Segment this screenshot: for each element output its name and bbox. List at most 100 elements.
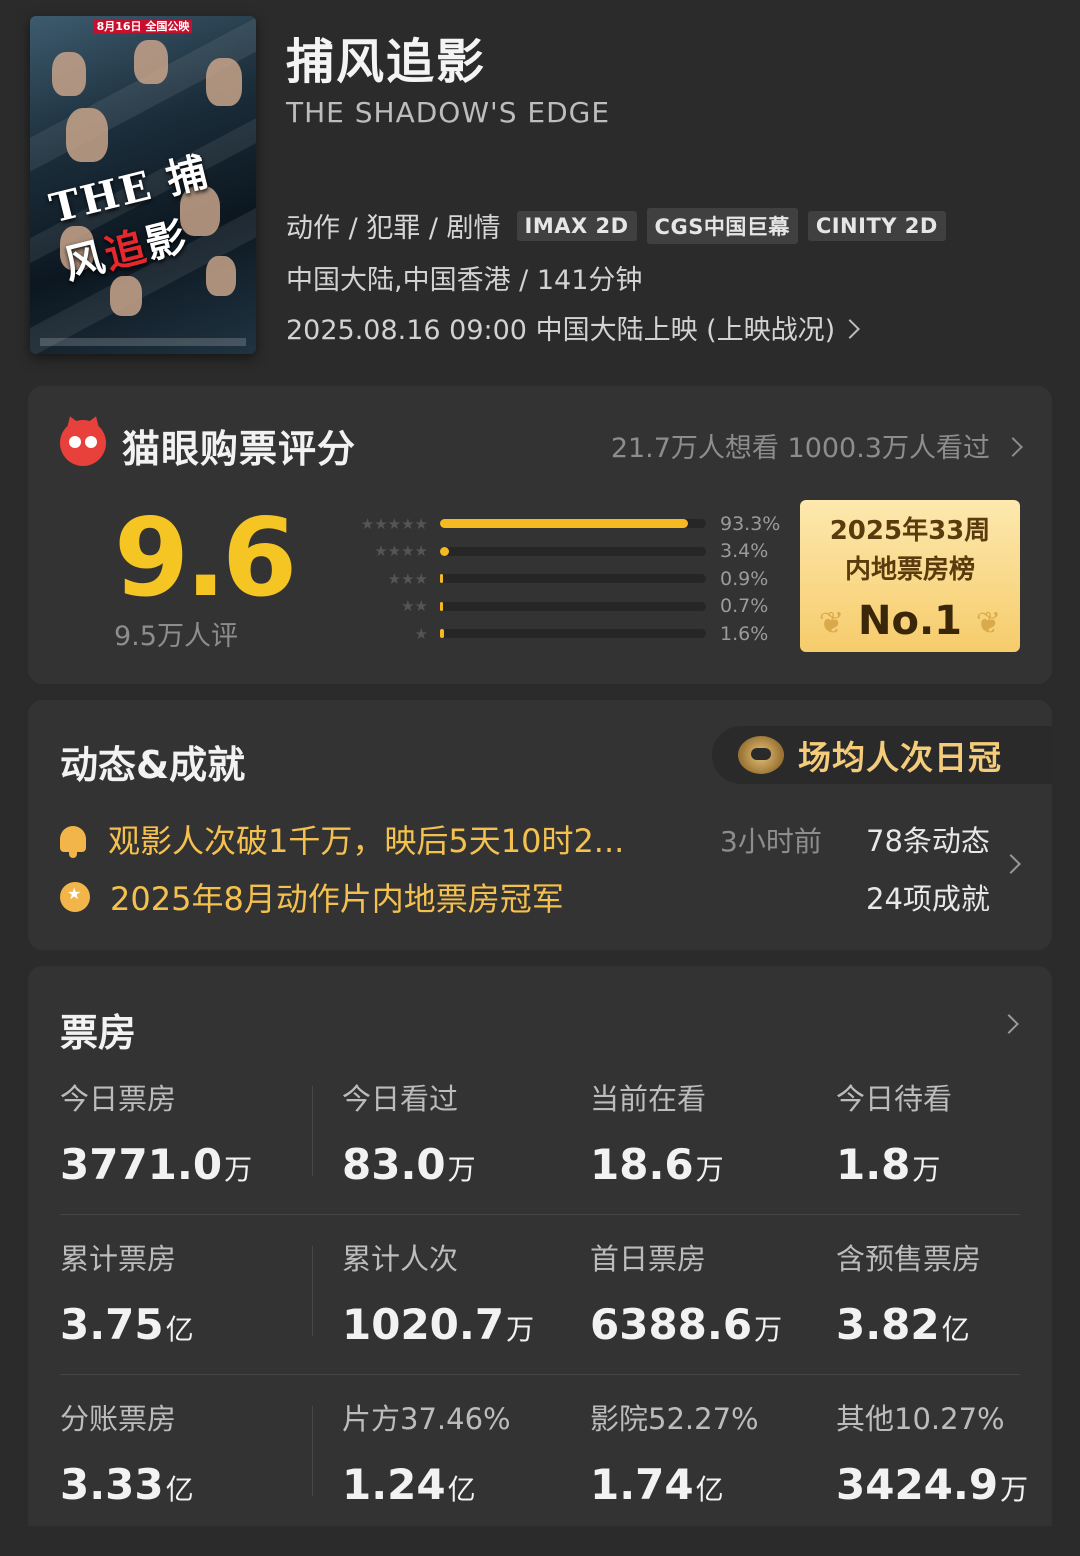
stat-value: 1020.7 (342, 1300, 505, 1349)
star-icons: ★★★★ (374, 542, 428, 561)
stat-label: 累计票房 (60, 1242, 177, 1276)
column-divider (312, 1406, 313, 1496)
stat-value-row: 1020.7万 (342, 1300, 534, 1349)
rating-title: 猫眼购票评分 (122, 427, 357, 471)
format-tag-cgs: CGS中国巨幕 (646, 207, 798, 244)
box-office-stat: 今日看过 83.0万 (342, 1076, 476, 1189)
box-office-stat: 片方37.46% 1.24亿 (342, 1396, 511, 1509)
star-icons: ★ (414, 624, 428, 643)
box-office-stat: 分账票房 3.33亿 (60, 1396, 194, 1509)
rating-bar-track (440, 574, 706, 584)
stat-unit: 万 (447, 1153, 476, 1186)
stat-value-row: 3.82亿 (836, 1300, 981, 1349)
rating-row: ★ 1.6% (332, 620, 782, 648)
box-office-title: 票房 (60, 1011, 137, 1055)
stat-unit: 万 (224, 1153, 253, 1186)
stat-label: 影院52.27% (590, 1402, 759, 1436)
daily-champion-badge[interactable]: 场均人次日冠 (712, 726, 1052, 784)
laurel-right-icon: ❦ (975, 605, 1002, 641)
achievement-text: 2025年8月动作片内地票房冠军 (110, 880, 564, 918)
stat-label: 今日票房 (60, 1082, 177, 1116)
box-office-stat: 其他10.27% 3424.9万 (836, 1396, 1028, 1509)
box-office-stat: 含预售票房 3.82亿 (836, 1236, 981, 1349)
stat-value-row: 3.33亿 (60, 1460, 194, 1509)
box-office-rank-badge[interactable]: 2025年33周 内地票房榜 ❦ No.1 ❦ (800, 500, 1020, 652)
stat-value: 3.33 (60, 1460, 164, 1509)
stat-value: 3.82 (836, 1300, 940, 1349)
rating-percent: 3.4% (720, 540, 769, 563)
stat-value-row: 6388.6万 (590, 1300, 782, 1349)
chevron-right-icon[interactable] (999, 1014, 1019, 1035)
box-office-stat: 累计票房 3.75亿 (60, 1236, 194, 1349)
stat-value: 83.0 (342, 1140, 446, 1189)
stat-value: 1.24 (342, 1460, 446, 1509)
rank-week: 2025年33周 (829, 516, 991, 546)
movie-title-en: THE SHADOW'S EDGE (286, 96, 611, 129)
movie-poster[interactable]: 8月16日 全国公映 THE 捕风追影 (30, 16, 256, 354)
rating-bar-fill (440, 574, 444, 584)
column-divider (312, 1086, 313, 1176)
rank-number: No.1 (858, 598, 962, 644)
chevron-right-icon (1003, 430, 1023, 461)
rank-board: 内地票房榜 (844, 555, 975, 585)
movie-title: 捕风追影 (286, 34, 487, 90)
rating-row: ★★★ 0.9% (332, 565, 782, 593)
stat-unit: 万 (1000, 1473, 1029, 1506)
stat-label: 片方37.46% (342, 1402, 511, 1436)
stat-value-row: 18.6万 (590, 1140, 724, 1189)
star-icons: ★★★ (387, 569, 428, 588)
rating-bar-track (440, 546, 706, 556)
rating-score: 9.6 (114, 496, 297, 621)
stat-value: 3771.0 (60, 1140, 223, 1189)
box-office-stat: 影院52.27% 1.74亿 (590, 1396, 759, 1509)
rating-count: 9.5万人评 (114, 621, 238, 652)
chevron-right-icon[interactable] (1001, 854, 1021, 875)
stat-value: 3.75 (60, 1300, 164, 1349)
medal-icon (60, 882, 90, 912)
stat-value: 3424.9 (836, 1460, 999, 1509)
dynamics-title: 动态&成就 (60, 743, 246, 787)
latest-news[interactable]: 观影人次破1千万，映后5天10时2... (60, 816, 624, 862)
stat-label: 今日待看 (836, 1082, 953, 1116)
star-icons: ★★ (401, 597, 428, 616)
stat-value-row: 3424.9万 (836, 1460, 1028, 1509)
stat-unit: 亿 (165, 1473, 194, 1506)
box-office-stat: 当前在看 18.6万 (590, 1076, 724, 1189)
rating-bar-track (440, 519, 706, 529)
stat-unit: 万 (695, 1153, 724, 1186)
movie-genres: 动作 / 犯罪 / 剧情 (286, 213, 501, 244)
box-office-row: 累计票房 3.75亿 累计人次 1020.7万 首日票房 6388.6万 含预售票房 3.82… (60, 1236, 1020, 1396)
column-divider (312, 1246, 313, 1336)
rating-bar-fill (440, 519, 689, 529)
bell-icon (60, 826, 86, 858)
format-tag-imax: IMAX 2D (516, 210, 637, 241)
news-count: 78条动态 (866, 824, 990, 858)
chevron-right-icon (840, 312, 861, 343)
row-divider (60, 1214, 1020, 1215)
box-office-row: 分账票房 3.33亿 片方37.46% 1.24亿 影院52.27% 1.74亿 其他10.… (60, 1396, 1028, 1556)
box-office-stat: 今日待看 1.8万 (836, 1076, 952, 1189)
dynamics-card[interactable]: 动态&成就 场均人次日冠 观影人次破1千万，映后5天10时2... 3小时前 7… (28, 700, 1052, 950)
stat-value-row: 3771.0万 (60, 1140, 252, 1189)
rating-percent: 1.6% (720, 622, 769, 645)
news-time: 3小时前 (720, 825, 822, 858)
rating-card[interactable]: 猫眼购票评分 21.7万人想看 1000.3万人看过 9.6 9.5万人评 ★★… (28, 386, 1052, 684)
star-icons: ★★★★★ (360, 514, 428, 533)
stat-value-row: 83.0万 (342, 1140, 476, 1189)
stat-label: 其他10.27% (836, 1402, 1005, 1436)
stat-value-row: 3.75亿 (60, 1300, 194, 1349)
achievement[interactable]: 2025年8月动作片内地票房冠军 (60, 874, 564, 920)
format-tag-cinity: CINITY 2D (807, 210, 946, 241)
audience-stats[interactable]: 21.7万人想看 1000.3万人看过 (610, 426, 1023, 465)
release-info: 2025.08.16 09:00 中国大陆上映 (上映战况) (286, 315, 836, 346)
poster-caption: 8月16日 全国公映 (30, 18, 256, 34)
rating-row: ★★★★★ 93.3% (332, 510, 782, 538)
release-link[interactable]: 2025.08.16 09:00 中国大陆上映 (上映战况) (286, 308, 861, 347)
stat-unit: 万 (754, 1313, 783, 1346)
laurel-left-icon: ❦ (818, 605, 845, 641)
audience-stats-text: 21.7万人想看 1000.3万人看过 (610, 433, 990, 464)
box-office-stat: 累计人次 1020.7万 (342, 1236, 534, 1349)
stat-value: 18.6 (590, 1140, 694, 1189)
rating-bar-fill (440, 546, 450, 556)
box-office-card[interactable]: 票房 今日票房 3771.0万 今日看过 83.0万 当前在看 18.6万 今日待看 1.8万… (28, 966, 1052, 1526)
